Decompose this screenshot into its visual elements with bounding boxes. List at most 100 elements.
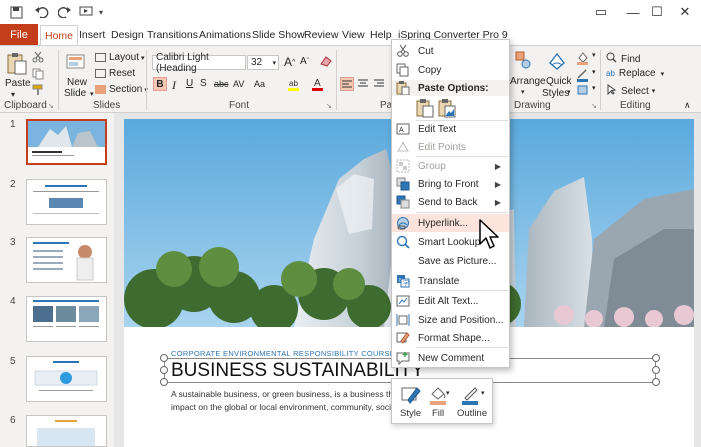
menu-item-format-shape[interactable]: Format Shape... — [392, 329, 509, 347]
reset-button[interactable]: Reset — [95, 68, 135, 79]
chevron-down-icon[interactable]: ▾ — [567, 88, 571, 96]
slide-thumbnail-5[interactable] — [26, 356, 107, 402]
quick-styles-line2[interactable]: Styles — [542, 88, 569, 99]
tab-animations[interactable]: Animations — [195, 24, 255, 45]
new-slide-icon[interactable] — [66, 52, 86, 72]
menu-item-save-as-picture[interactable]: Save as Picture... — [392, 252, 509, 270]
cut-icon[interactable] — [32, 51, 44, 63]
paste-button[interactable]: Paste — [5, 78, 31, 89]
style-button[interactable]: Style — [400, 408, 421, 419]
menu-item-copy[interactable]: Copy — [392, 61, 509, 79]
slide-body-text-line1[interactable]: A sustainable business, or green busines… — [171, 389, 407, 399]
chevron-down-icon[interactable]: ▾ — [446, 389, 450, 397]
menu-item-edit-alt-text[interactable]: Edit Alt Text... — [392, 292, 509, 310]
shape-effects-icon[interactable] — [576, 84, 590, 96]
underline-button[interactable]: U — [186, 78, 193, 89]
paste-icon[interactable] — [6, 52, 28, 76]
outline-button[interactable]: Outline — [457, 408, 487, 419]
slide-body-text-line2[interactable]: impact on the global or local environmen… — [171, 402, 396, 412]
select-button[interactable]: Select ▾ — [606, 84, 655, 98]
italic-button[interactable]: I — [172, 78, 176, 93]
font-color-icon[interactable]: A — [311, 77, 325, 91]
menu-item-size-and-position[interactable]: Size and Position... — [392, 311, 509, 329]
align-left-button[interactable] — [340, 77, 354, 91]
slide-title[interactable]: BUSINESS SUSTAINABILITY — [171, 360, 424, 382]
character-spacing-icon[interactable]: AV — [233, 79, 244, 89]
paste-dropdown-icon[interactable]: ▾ — [11, 90, 15, 99]
highlight-color-icon[interactable]: ab — [287, 77, 301, 91]
shape-style-icon[interactable] — [400, 385, 422, 408]
resize-handle[interactable] — [160, 354, 168, 362]
resize-handle[interactable] — [652, 378, 660, 386]
save-icon[interactable] — [8, 4, 24, 20]
menu-item-edit-text[interactable]: A Edit Text — [392, 120, 509, 138]
align-right-button[interactable] — [374, 79, 384, 88]
shape-fill-icon[interactable] — [576, 51, 590, 65]
redo-icon[interactable] — [56, 4, 72, 20]
shapes-icon[interactable] — [515, 51, 531, 69]
chevron-down-icon[interactable]: ▾ — [592, 51, 596, 59]
font-launcher-icon[interactable]: ↘ — [326, 102, 332, 110]
change-case-icon[interactable]: Aa — [254, 79, 265, 89]
quick-styles-icon[interactable] — [547, 51, 567, 71]
paste-picture-icon[interactable] — [438, 98, 456, 121]
menu-item-translate[interactable]: a字 Translate — [392, 272, 509, 290]
resize-handle[interactable] — [652, 366, 660, 374]
drawing-launcher-icon[interactable]: ↘ — [591, 102, 597, 110]
font-size-box[interactable]: 32 ▾ — [247, 55, 279, 70]
align-center-button[interactable] — [358, 79, 368, 88]
collapse-ribbon-button[interactable]: ∧ — [684, 100, 691, 111]
slide-thumbnail-4[interactable] — [26, 296, 107, 342]
chevron-down-icon[interactable]: ▾ — [481, 389, 485, 397]
fill-button[interactable]: Fill — [432, 408, 444, 419]
font-name-box[interactable]: Calibri Light (Heading — [152, 52, 246, 74]
section-button[interactable]: Section ▾ — [95, 84, 148, 95]
shape-outline-icon[interactable] — [576, 68, 590, 82]
tab-view[interactable]: View — [338, 24, 369, 45]
bold-button[interactable]: B — [153, 77, 167, 91]
new-slide-button-line2[interactable]: Slide — [64, 88, 86, 99]
start-from-beginning-icon[interactable] — [78, 4, 94, 20]
tab-file[interactable]: File — [0, 24, 38, 45]
paste-use-destination-theme-icon[interactable] — [416, 98, 434, 121]
new-slide-button-line1[interactable]: New — [67, 77, 87, 88]
decrease-font-size-icon[interactable]: Aˇ — [300, 56, 309, 67]
customize-qat-icon[interactable]: ▾ — [96, 4, 106, 20]
quick-styles-line1[interactable]: Quick — [546, 76, 572, 87]
resize-handle[interactable] — [652, 354, 660, 362]
chevron-down-icon[interactable]: ▾ — [521, 88, 525, 96]
clipboard-launcher-icon[interactable]: ↘ — [48, 102, 54, 110]
ribbon-display-options-icon[interactable]: ▭ — [586, 2, 616, 22]
slide-thumbnail-6[interactable] — [26, 415, 107, 447]
tab-transitions[interactable]: Transitions — [143, 24, 202, 45]
restore-button[interactable]: ☐ — [642, 2, 672, 22]
increase-font-size-icon[interactable]: A ^ — [284, 55, 295, 69]
resize-handle[interactable] — [160, 378, 168, 386]
new-slide-dropdown-icon[interactable]: ▾ — [90, 90, 94, 98]
menu-item-cut[interactable]: Cut — [392, 42, 509, 60]
tab-insert[interactable]: Insert — [75, 24, 109, 45]
clear-formatting-icon[interactable] — [320, 55, 332, 67]
chevron-down-icon[interactable]: ▾ — [592, 84, 596, 92]
shape-outline-icon[interactable] — [460, 385, 482, 408]
tab-design[interactable]: Design — [107, 24, 148, 45]
text-shadow-button[interactable]: S — [200, 78, 207, 89]
menu-item-bring-to-front[interactable]: Bring to Front ▶ — [392, 175, 509, 193]
format-painter-icon[interactable] — [32, 84, 44, 96]
resize-handle[interactable] — [160, 366, 168, 374]
close-button[interactable]: ✕ — [670, 2, 700, 22]
menu-item-send-to-back[interactable]: Send to Back ▶ — [392, 193, 509, 211]
menu-item-new-comment[interactable]: New Comment — [392, 349, 509, 367]
slide-thumbnail-3[interactable] — [26, 237, 107, 283]
tab-home[interactable]: Home — [40, 25, 79, 46]
slide-thumbnail-1[interactable] — [26, 119, 107, 165]
undo-icon[interactable] — [32, 4, 52, 20]
arrange-button[interactable]: Arrange — [510, 76, 546, 87]
tab-review[interactable]: Review — [300, 24, 342, 45]
chevron-down-icon[interactable]: ▾ — [592, 68, 596, 76]
layout-button[interactable]: Layout ▾ — [95, 52, 145, 63]
find-button[interactable]: Find — [606, 52, 640, 66]
slide-subtitle[interactable]: CORPORATE ENVIRONMENTAL RESPONSIBILITY C… — [171, 349, 395, 358]
slide-thumbnail-2[interactable] — [26, 179, 107, 225]
copy-icon[interactable] — [32, 68, 44, 80]
